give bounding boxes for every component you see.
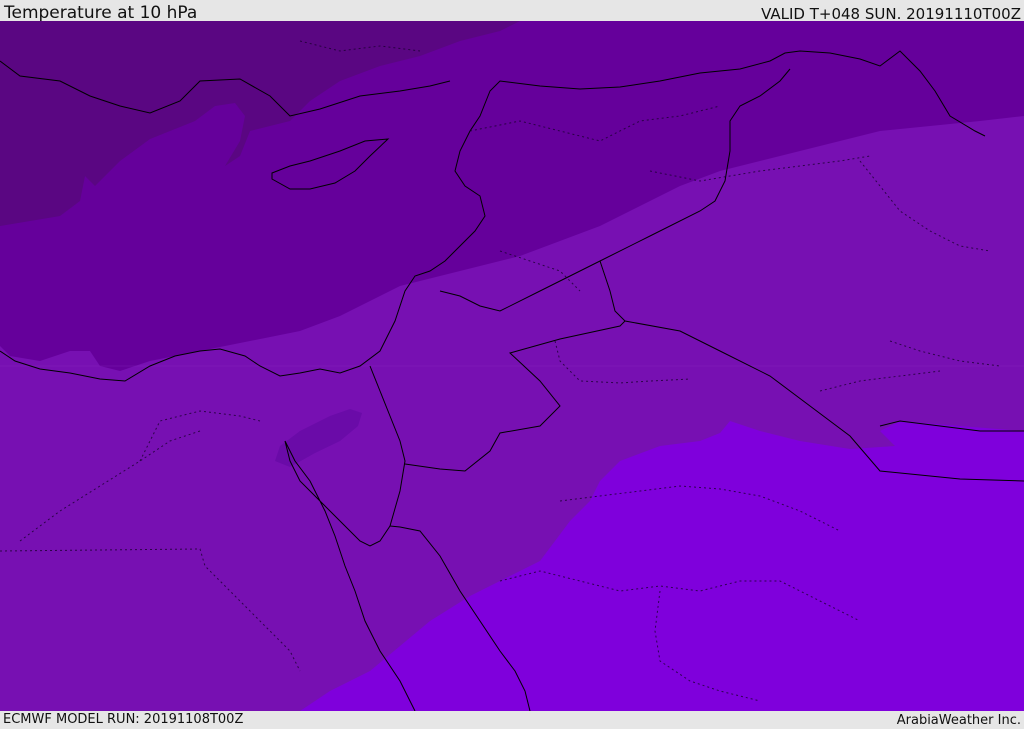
temperature-map — [0, 21, 1024, 711]
footer-bar: ECMWF MODEL RUN: 20191108T00Z ArabiaWeat… — [0, 711, 1024, 729]
map-title: Temperature at 10 hPa — [4, 3, 198, 23]
credit: ArabiaWeather Inc. — [896, 713, 1021, 728]
model-run: ECMWF MODEL RUN: 20191108T00Z — [3, 712, 244, 727]
header-bar: Temperature at 10 hPa VALID T+048 SUN. 2… — [0, 0, 1024, 23]
